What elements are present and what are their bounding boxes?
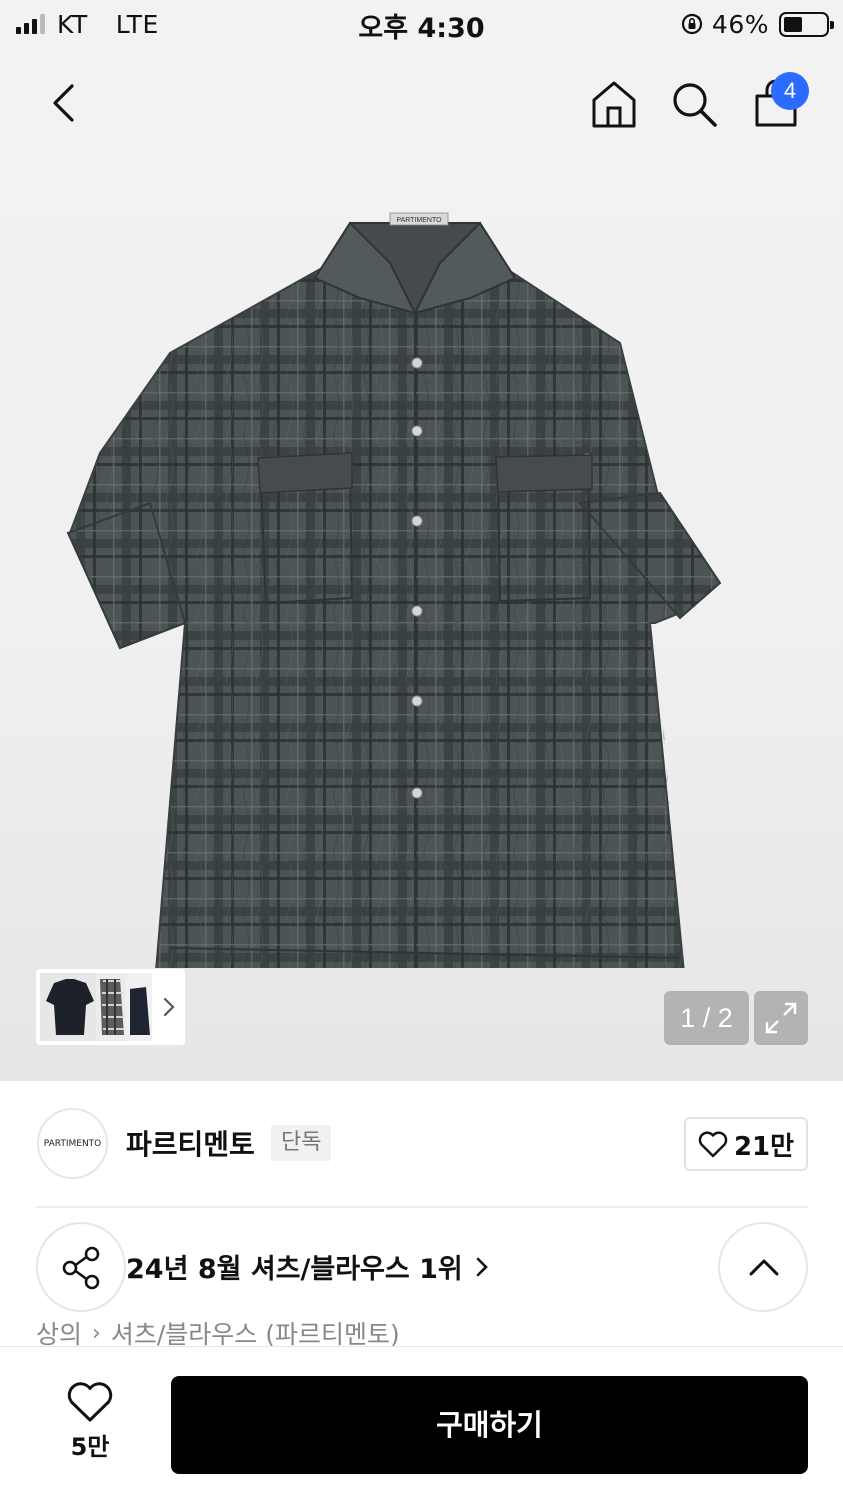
scroll-to-top-button[interactable] (718, 1222, 808, 1312)
product-image[interactable]: PARTIMENTO (60, 203, 730, 968)
brand-like-button[interactable]: 21만 (684, 1117, 808, 1171)
heart-icon (698, 1131, 728, 1158)
color-thumbnails[interactable] (36, 969, 185, 1045)
brand-row: PARTIMENTO 파르티멘토 단독 21만 (0, 1081, 843, 1207)
back-icon[interactable] (40, 78, 90, 128)
battery-tip (830, 20, 834, 29)
expand-image-button[interactable] (754, 991, 808, 1045)
home-icon[interactable] (588, 78, 640, 130)
battery-percent: 46% (711, 9, 769, 39)
status-right: 46% (680, 8, 834, 40)
breadcrumb: 상의 › 셔츠/블라우스 (파르티멘토) (36, 1318, 400, 1348)
search-icon[interactable] (668, 78, 720, 130)
share-icon (62, 1246, 100, 1290)
heart-icon (67, 1382, 113, 1422)
cart-count-badge: 4 (771, 72, 809, 110)
buy-button[interactable]: 구매하기 (171, 1376, 808, 1474)
breadcrumb-item-category[interactable]: 상의 (36, 1318, 82, 1348)
chevron-up-icon (749, 1259, 779, 1276)
brand-logo[interactable]: PARTIMENTO (37, 1108, 108, 1179)
product-gallery[interactable]: 4 PARTIMENTO 1 / 2 (0, 48, 843, 1081)
breadcrumb-separator-icon: › (92, 1320, 101, 1346)
brand-name[interactable]: 파르티멘토 (126, 1123, 255, 1163)
collar-label: PARTIMENTO (396, 217, 442, 224)
expand-icon (765, 1002, 797, 1034)
rotation-lock-icon (681, 13, 703, 35)
wishlist-button[interactable]: 5만 (44, 1381, 136, 1473)
chevron-right-icon[interactable] (161, 993, 177, 1021)
thumbnail-images[interactable] (40, 973, 160, 1041)
breadcrumb-item-subcategory[interactable]: 셔츠/블라우스 (파르티멘토) (111, 1318, 400, 1348)
chevron-right-icon (476, 1257, 488, 1276)
battery-icon (779, 11, 834, 37)
brand-like-count: 21만 (733, 1131, 795, 1162)
image-page-indicator: 1 / 2 (664, 991, 749, 1045)
status-bar: KT LTE 오후 4:30 46% (0, 0, 843, 48)
share-button[interactable] (36, 1222, 126, 1312)
brand-logo-text: PARTIMENTO (43, 1138, 102, 1149)
ranking-text: 24년 8월 셔츠/블라우스 1위 (126, 1254, 463, 1285)
ranking-link[interactable]: 24년 8월 셔츠/블라우스 1위 (126, 1247, 489, 1286)
bottom-action-bar: 5만 구매하기 (0, 1346, 843, 1500)
wishlist-count: 5만 (70, 1433, 110, 1461)
divider (36, 1206, 808, 1208)
battery-fill (784, 16, 803, 32)
exclusive-badge: 단독 (271, 1125, 332, 1161)
